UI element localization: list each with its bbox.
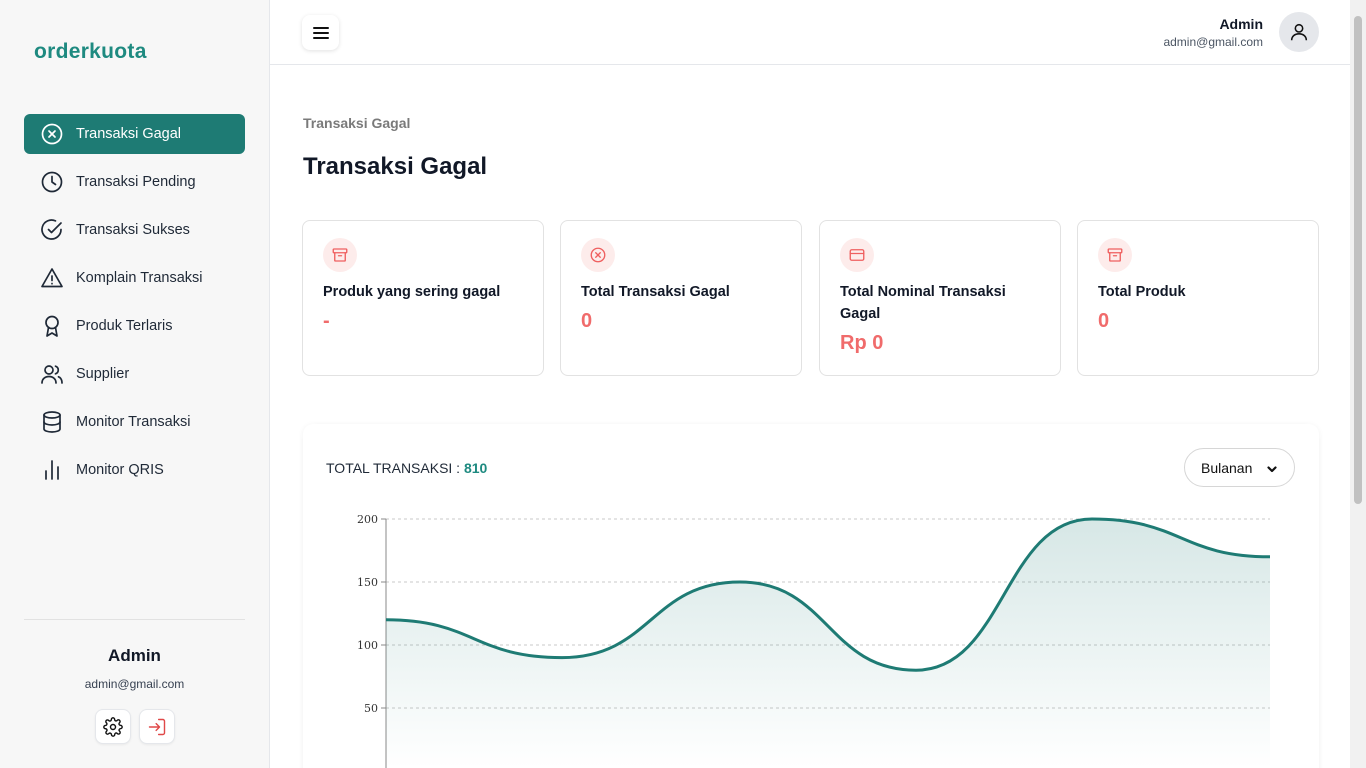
stat-card-label: Total Nominal Transaksi Gagal (840, 284, 1006, 322)
users-icon (40, 362, 64, 386)
check-circle-icon (40, 218, 64, 242)
sidebar-item-monitor-transaksi[interactable]: Monitor Transaksi (24, 402, 245, 442)
sidebar-item-label: Transaksi Gagal (76, 126, 182, 142)
page-scrollbar[interactable] (1350, 0, 1366, 768)
user-icon (1290, 23, 1308, 41)
chart-card: TOTAL TRANSAKSI : 810 Bulanan 200 150 100 5… (303, 424, 1319, 768)
stat-card-value: Rp 0 (840, 332, 884, 354)
stat-card-total-nominal: Total Nominal Transaksi Gagal Rp 0 (819, 220, 1061, 376)
y-tick-label: 150 (357, 576, 378, 589)
avatar[interactable] (1279, 12, 1319, 52)
x-circle-icon (40, 122, 64, 146)
gear-icon (103, 716, 123, 737)
sidebar-item-label: Komplain Transaksi (76, 270, 203, 286)
archive-icon (323, 238, 357, 272)
hamburger-icon (312, 26, 329, 39)
area-chart: 200 150 100 50 (357, 513, 1271, 768)
breadcrumb[interactable]: Transaksi Gagal (303, 115, 410, 131)
stat-card-label: Total Produk (1098, 284, 1186, 300)
logout-icon (148, 718, 166, 735)
sidebar-user-email: admin@gmail.com (84, 677, 185, 691)
archive-icon (1098, 238, 1132, 272)
sidebar-item-supplier[interactable]: Supplier (24, 354, 245, 394)
stat-card-value: 0 (1098, 310, 1110, 332)
menu-toggle-button[interactable] (302, 15, 339, 50)
bar-chart-icon (40, 458, 64, 482)
scrollbar-thumb[interactable] (1354, 16, 1362, 504)
sidebar-item-transaksi-sukses[interactable]: Transaksi Sukses (24, 210, 245, 250)
topbar: Admin admin@gmail.com (270, 0, 1350, 65)
sidebar-item-label: Monitor QRIS (76, 462, 164, 478)
sidebar-item-label: Produk Terlaris (76, 318, 173, 334)
stat-card-produk-sering-gagal: Produk yang sering gagal - (302, 220, 544, 376)
area-fill (386, 519, 1270, 768)
page-title: Transaksi Gagal (303, 153, 488, 180)
sidebar-item-transaksi-gagal[interactable]: Transaksi Gagal (24, 114, 245, 154)
credit-card-icon (840, 238, 874, 272)
stat-card-value: 0 (581, 310, 593, 332)
database-icon (40, 410, 64, 434)
warning-triangle-icon (40, 266, 64, 290)
sidebar-item-label: Transaksi Pending (76, 174, 196, 190)
sidebar-item-label: Transaksi Sukses (76, 222, 190, 238)
sidebar-item-komplain-transaksi[interactable]: Komplain Transaksi (24, 258, 245, 298)
sidebar-item-label: Monitor Transaksi (76, 414, 191, 430)
logout-button[interactable] (139, 709, 175, 744)
app-logo[interactable]: orderkuota (34, 40, 147, 64)
sidebar-nav: Transaksi Gagal Transaksi Pending Transa… (24, 114, 245, 498)
stat-card-total-transaksi-gagal: Total Transaksi Gagal 0 (560, 220, 802, 376)
topbar-user-email: admin@gmail.com (1163, 35, 1263, 49)
x-circle-icon (581, 238, 615, 272)
sidebar-item-produk-terlaris[interactable]: Produk Terlaris (24, 306, 245, 346)
stat-card-value: - (323, 310, 330, 332)
settings-button[interactable] (95, 709, 131, 744)
stat-card-label: Produk yang sering gagal (323, 284, 501, 300)
stat-card-total-produk: Total Produk 0 (1077, 220, 1319, 376)
sidebar-item-transaksi-pending[interactable]: Transaksi Pending (24, 162, 245, 202)
clock-icon (40, 170, 64, 194)
topbar-user-name: Admin (1219, 16, 1263, 32)
y-tick-label: 100 (357, 639, 378, 652)
award-icon (40, 314, 64, 338)
sidebar: orderkuota Transaksi Gagal Transaksi Pen… (0, 0, 270, 768)
sidebar-item-monitor-qris[interactable]: Monitor QRIS (24, 450, 245, 490)
y-tick-label: 200 (357, 513, 378, 526)
sidebar-item-label: Supplier (76, 366, 130, 382)
y-tick-label: 50 (364, 702, 378, 715)
sidebar-divider (24, 619, 245, 620)
sidebar-user-name: Admin (108, 646, 161, 665)
stat-card-label: Total Transaksi Gagal (581, 284, 730, 300)
